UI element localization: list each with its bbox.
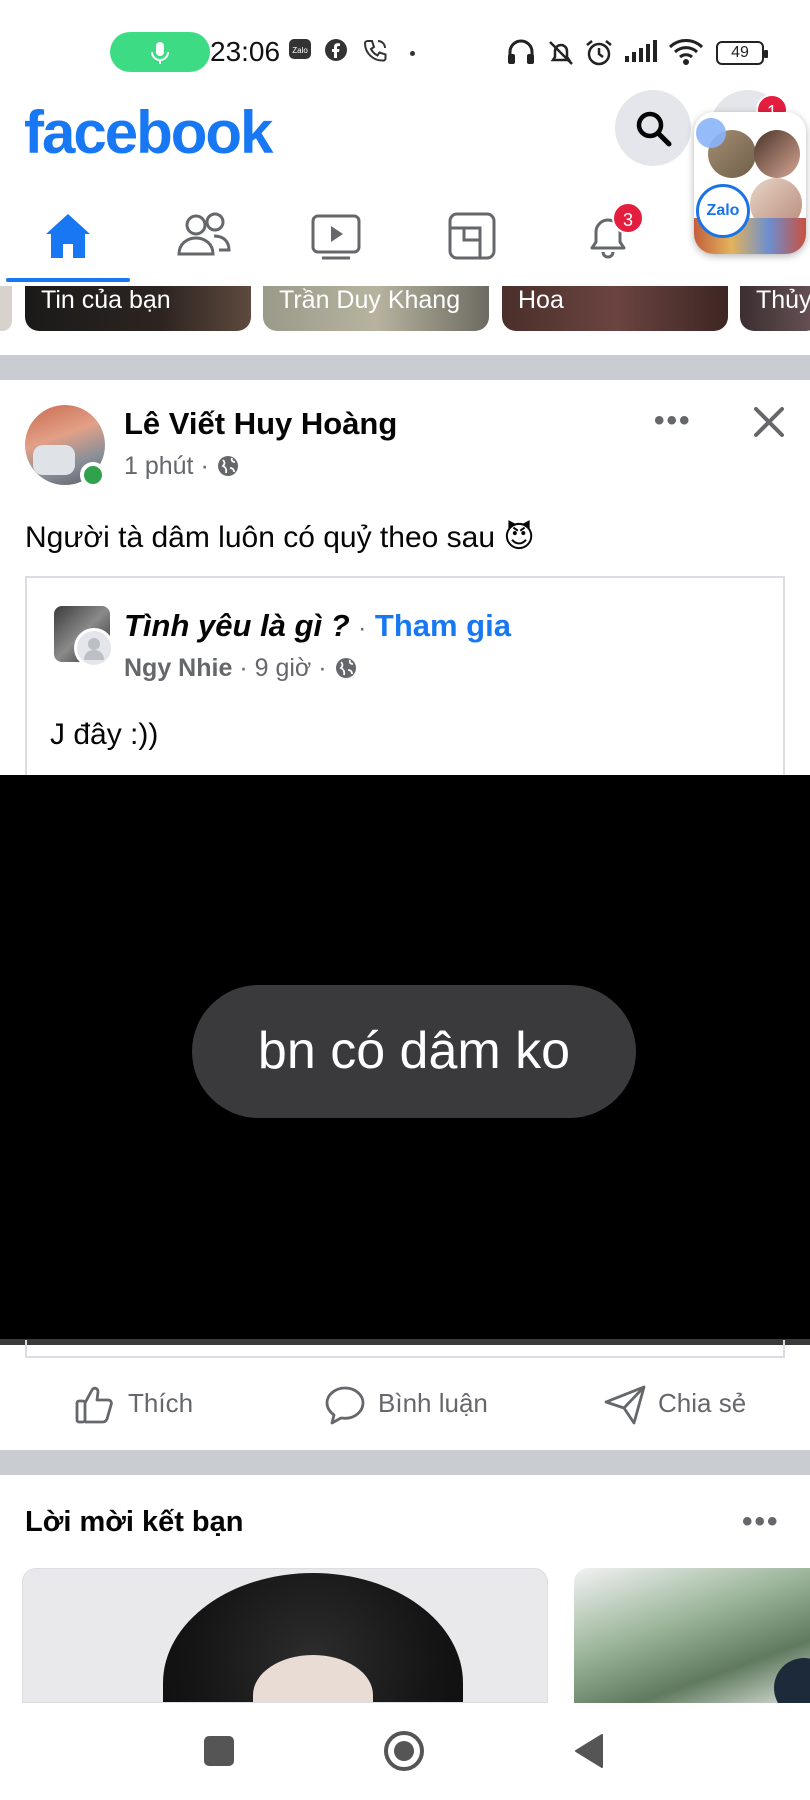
story-card[interactable]: Thủy bbox=[740, 286, 810, 331]
poster-avatar bbox=[74, 628, 114, 668]
share-icon bbox=[604, 1385, 646, 1425]
story-label: Hoa bbox=[518, 286, 564, 314]
shared-group-line: Tình yêu là gì ? · Tham gia bbox=[124, 608, 511, 644]
tab-watch[interactable] bbox=[296, 198, 376, 278]
system-nav-bar bbox=[0, 1703, 810, 1800]
comment-icon bbox=[325, 1386, 365, 1425]
user-icon bbox=[84, 638, 104, 660]
meta-separator: · bbox=[200, 452, 216, 480]
story-card[interactable]: Hoa bbox=[502, 286, 728, 331]
home-button-dot bbox=[394, 1741, 414, 1761]
home-icon bbox=[46, 214, 90, 258]
active-tab-indicator bbox=[6, 278, 130, 282]
comment-button[interactable]: Bình luận bbox=[324, 1380, 504, 1430]
video-icon bbox=[311, 214, 361, 260]
story-label: Thủy bbox=[756, 286, 810, 314]
join-group-link[interactable]: Tham gia bbox=[375, 608, 511, 643]
online-status-dot bbox=[80, 462, 106, 488]
story-card-own[interactable]: Tin của bạn bbox=[25, 286, 251, 331]
phone-icon bbox=[363, 40, 387, 62]
facebook-logo[interactable]: facebook bbox=[24, 98, 273, 167]
share-button[interactable]: Chia sẻ bbox=[604, 1380, 764, 1430]
story-card[interactable]: Trần Duy Khang bbox=[263, 286, 489, 331]
recents-button[interactable] bbox=[204, 1736, 234, 1766]
post-more-button[interactable]: ••• bbox=[654, 404, 692, 438]
like-icon bbox=[75, 1386, 113, 1424]
group-name[interactable]: Tình yêu là gì ? bbox=[124, 608, 350, 643]
screen: 23:06 Zalo 49 facebook Zalo 3 Tin của bạ… bbox=[0, 0, 810, 1800]
touch-indicator bbox=[696, 118, 726, 148]
close-icon[interactable] bbox=[752, 405, 786, 439]
shared-post-bottom bbox=[25, 1340, 785, 1358]
svg-text:Zalo: Zalo bbox=[292, 46, 308, 55]
post-caption: Người tà dâm luôn có quỷ theo sau bbox=[25, 521, 496, 554]
bell-muted-icon bbox=[549, 41, 573, 65]
globe-icon bbox=[217, 456, 238, 476]
home-button[interactable] bbox=[384, 1731, 424, 1771]
signal-icon bbox=[625, 40, 657, 62]
friend-request-card[interactable] bbox=[574, 1568, 810, 1703]
friend-requests-more-button[interactable]: ••• bbox=[742, 1505, 780, 1539]
shared-time[interactable]: 9 giờ bbox=[255, 654, 312, 682]
notifications-badge: 3 bbox=[612, 202, 644, 234]
share-label: Chia sẻ bbox=[658, 1388, 747, 1418]
wifi-icon bbox=[668, 39, 704, 65]
post-author[interactable]: Lê Viết Huy Hoàng bbox=[124, 406, 397, 442]
chat-head-avatar bbox=[754, 130, 800, 178]
tab-home[interactable] bbox=[28, 198, 108, 278]
avatar-mask bbox=[33, 445, 75, 475]
shared-text: J đây :)) bbox=[50, 718, 159, 751]
facebook-icon bbox=[325, 39, 347, 61]
status-bar: 23:06 Zalo 49 bbox=[0, 0, 810, 95]
zalo-icon: Zalo bbox=[289, 39, 311, 59]
shared-poster[interactable]: Ngy Nhie bbox=[124, 654, 232, 682]
post-text: Người tà dâm luôn có quỷ theo sau 😈 bbox=[25, 520, 535, 555]
feed-divider bbox=[0, 355, 810, 380]
tab-friends[interactable] bbox=[162, 198, 242, 278]
comment-label: Bình luận bbox=[378, 1388, 488, 1418]
meta-separator: · bbox=[318, 654, 334, 682]
back-button[interactable] bbox=[572, 1733, 604, 1769]
search-icon bbox=[636, 111, 672, 147]
search-button[interactable] bbox=[615, 90, 691, 166]
battery-icon: 49 bbox=[716, 41, 768, 65]
like-button[interactable]: Thích bbox=[74, 1380, 254, 1430]
post-time[interactable]: 1 phút bbox=[124, 452, 194, 480]
image-text-bubble: bn có dâm ko bbox=[192, 985, 636, 1118]
feed-divider bbox=[0, 1450, 810, 1475]
feeds-icon bbox=[448, 212, 496, 260]
shared-meta: Ngy Nhie · 9 giờ · bbox=[124, 654, 358, 683]
like-label: Thích bbox=[128, 1388, 194, 1418]
post-meta: 1 phút · bbox=[124, 452, 240, 481]
friend-photo bbox=[774, 1658, 810, 1703]
clock: 23:06 bbox=[210, 36, 281, 67]
story-card[interactable] bbox=[0, 286, 12, 331]
story-label: Trần Duy Khang bbox=[279, 286, 461, 314]
friends-icon bbox=[177, 212, 231, 256]
friend-requests-title: Lời mời kết bạn bbox=[25, 1506, 244, 1538]
emoji-devil: 😈 bbox=[503, 521, 535, 554]
mic-indicator[interactable] bbox=[110, 32, 210, 72]
friend-request-card[interactable] bbox=[22, 1568, 548, 1703]
tab-feeds[interactable] bbox=[432, 198, 512, 278]
mic-icon bbox=[151, 42, 169, 64]
dot-icon bbox=[410, 51, 415, 56]
headphones-icon bbox=[508, 39, 534, 64]
globe-icon bbox=[335, 658, 356, 678]
meta-separator: · bbox=[239, 654, 255, 682]
zalo-icon: Zalo bbox=[696, 184, 750, 238]
alarm-icon bbox=[586, 40, 612, 66]
story-label: Tin của bạn bbox=[41, 286, 171, 314]
group-separator: · bbox=[358, 615, 367, 642]
